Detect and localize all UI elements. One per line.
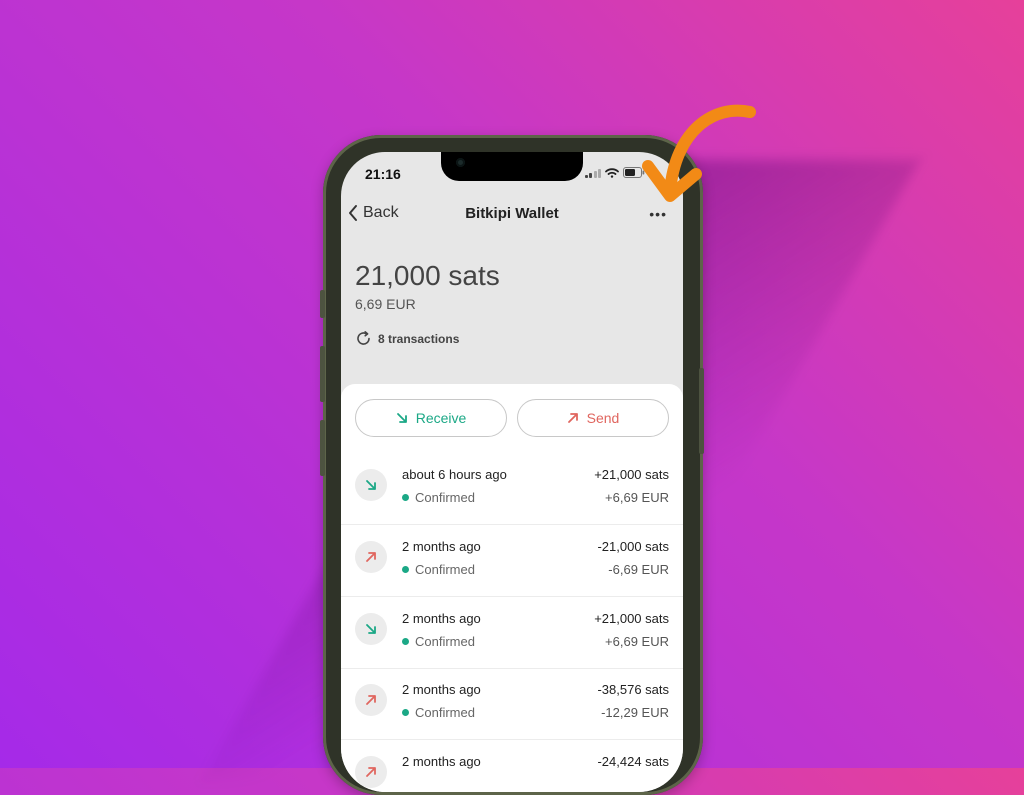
sent-icon xyxy=(355,756,387,788)
mute-switch xyxy=(320,290,325,318)
status-dot xyxy=(402,494,409,501)
transaction-amount: +21,000 sats xyxy=(594,611,669,626)
transaction-time: 2 months ago xyxy=(402,611,481,626)
transaction-amount: +21,000 sats xyxy=(594,467,669,482)
transaction-amount: -24,424 sats xyxy=(597,754,669,769)
send-label: Send xyxy=(586,410,620,426)
receive-label: Receive xyxy=(415,410,467,426)
status-dot xyxy=(402,638,409,645)
wallet-fiat-balance: 6,69 EUR xyxy=(355,296,416,312)
transaction-fiat: +6,69 EUR xyxy=(605,634,669,649)
sent-icon xyxy=(355,541,387,573)
transaction-fiat: -6,69 EUR xyxy=(608,562,669,577)
transaction-fiat: -12,29 EUR xyxy=(601,705,669,720)
annotation-arrow-icon xyxy=(642,104,756,202)
receive-button[interactable]: Receive xyxy=(355,399,507,437)
transaction-time: 2 months ago xyxy=(402,539,481,554)
transaction-time: 2 months ago xyxy=(402,682,481,697)
notch xyxy=(441,152,583,181)
wifi-icon xyxy=(605,168,619,178)
status-dot xyxy=(402,566,409,573)
transaction-row[interactable]: 2 months ago Confirmed +21,000 sats +6,6… xyxy=(341,597,683,669)
status-time: 21:16 xyxy=(365,166,401,182)
transaction-row[interactable]: 2 months ago Confirmed -38,576 sats -12,… xyxy=(341,668,683,740)
received-icon xyxy=(355,469,387,501)
volume-up-button xyxy=(320,346,325,402)
transactions-count: 8 transactions xyxy=(378,331,460,346)
transaction-fiat: +6,69 EUR xyxy=(605,490,669,505)
transaction-amount: -38,576 sats xyxy=(597,682,669,697)
power-button xyxy=(699,368,704,454)
wallet-balance: 21,000 sats xyxy=(355,260,500,291)
transaction-time: about 6 hours ago xyxy=(402,467,507,482)
transactions-refresh[interactable]: 8 transactions xyxy=(355,330,459,347)
transaction-amount: -21,000 sats xyxy=(597,539,669,554)
sent-icon xyxy=(355,684,387,716)
transaction-status: Confirmed xyxy=(402,562,475,577)
phone-screen: 21:16 Back Bitkipi Wallet ••• 21,000 sat… xyxy=(341,152,683,792)
transaction-status: Confirmed xyxy=(402,634,475,649)
status-dot xyxy=(402,709,409,716)
transaction-time: 2 months ago xyxy=(402,754,481,769)
transaction-status: Confirmed xyxy=(402,705,475,720)
arrow-down-right-icon xyxy=(396,413,407,423)
send-button[interactable]: Send xyxy=(517,399,669,437)
arrow-up-right-icon xyxy=(567,413,578,423)
transaction-row[interactable]: 2 months ago -24,424 sats xyxy=(341,740,683,792)
transactions-card: Receive Send about 6 hours ago Confirmed… xyxy=(341,384,683,792)
volume-down-button xyxy=(320,420,325,476)
transaction-row[interactable]: 2 months ago Confirmed -21,000 sats -6,6… xyxy=(341,525,683,597)
refresh-icon xyxy=(357,331,370,345)
received-icon xyxy=(355,613,387,645)
camera xyxy=(456,158,465,167)
transaction-row[interactable]: about 6 hours ago Confirmed +21,000 sats… xyxy=(341,453,683,525)
signal-icon xyxy=(584,168,601,178)
transaction-status: Confirmed xyxy=(402,490,475,505)
wallet-actions: Receive Send xyxy=(355,399,669,437)
